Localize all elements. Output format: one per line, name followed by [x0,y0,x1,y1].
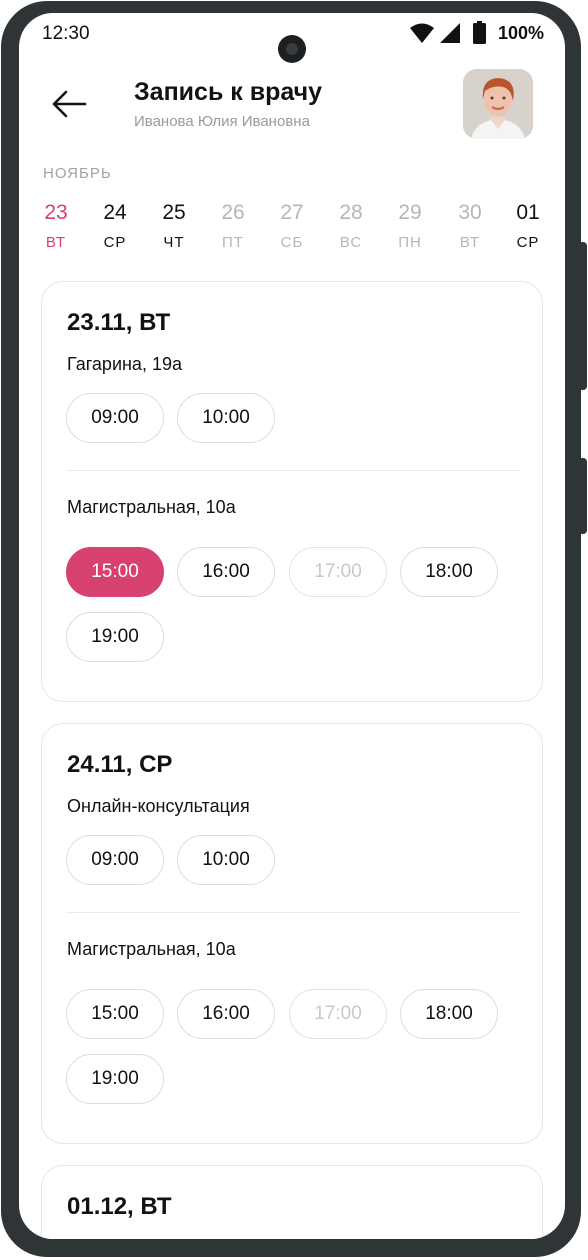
battery-icon [473,21,486,44]
day-of-week: ВС [339,234,363,251]
location-label: Магистральная, 10а [67,939,236,959]
day-number: 26 [221,201,245,224]
signal-icon [440,23,460,43]
location-divider [66,470,520,471]
day-of-week: СР [516,234,540,251]
card-date: 24.11, СР [67,751,173,778]
page-title: Запись к врачу [134,78,323,106]
card-date: 01.12, ВТ [67,1193,172,1220]
day-card: 24.11, СР Онлайн-консультация 09:00 10:00 Ма… [41,723,543,1144]
time-slot-button[interactable]: 19:00 [66,612,164,662]
doctor-photo [463,69,533,139]
day-number: 01 [516,201,540,224]
wifi-icon [410,23,434,43]
day-of-week: ЧТ [163,234,185,251]
phone-frame: 12:30 100% Запись к врачу Иванова Юлия И… [0,0,588,1260]
day-of-week: СБ [280,234,304,251]
time-slot-button[interactable]: 16:00 [177,989,275,1039]
day-number: 24 [103,201,127,224]
location-label: Гагарина, 19а [67,354,182,374]
calendar-day[interactable]: 25 ЧТ [149,201,199,251]
app-header: Запись к врачу Иванова Юлия Ивановна [19,69,565,149]
location-divider [66,912,520,913]
time-slot-button: 17:00 [289,547,387,597]
calendar-day[interactable]: 23 ВТ [31,201,81,251]
status-time: 12:30 [42,23,90,44]
day-card: 01.12, ВТ [41,1165,543,1239]
time-slot-button[interactable]: 18:00 [400,547,498,597]
calendar-day: 30 ВТ [445,201,495,251]
time-slot-button[interactable]: 09:00 [66,835,164,885]
screen: 12:30 100% Запись к врачу Иванова Юлия И… [19,13,565,1239]
volume-button [579,458,587,534]
day-number: 25 [162,201,186,224]
power-button [579,242,587,390]
time-slot-button[interactable]: 15:00 [66,989,164,1039]
time-slot-button[interactable]: 18:00 [400,989,498,1039]
calendar-day: 27 СБ [267,201,317,251]
day-number: 28 [339,201,363,224]
day-of-week: ПТ [222,234,244,251]
day-of-week: ПН [398,234,422,251]
time-slot-button[interactable]: 15:00 [66,547,164,597]
doctor-name: Иванова Юлия Ивановна [134,113,310,130]
location-label: Онлайн-консультация [67,796,250,816]
day-number: 29 [398,201,422,224]
day-number: 30 [458,201,482,224]
time-slot-button[interactable]: 10:00 [177,835,275,885]
back-arrow-icon[interactable] [51,89,87,119]
day-card: 23.11, ВТ Гагарина, 19а 09:00 10:00 Магистра… [41,281,543,702]
time-slot-button[interactable]: 19:00 [66,1054,164,1104]
day-of-week: ВТ [459,234,481,251]
day-number: 27 [280,201,304,224]
location-label: Магистральная, 10а [67,497,236,517]
card-date: 23.11, ВТ [67,309,171,336]
battery-percent: 100% [497,23,544,43]
day-number: 23 [44,201,68,224]
day-of-week: ВТ [45,234,67,251]
doctor-avatar[interactable] [463,69,533,139]
time-slot-button[interactable]: 16:00 [177,547,275,597]
calendar-day[interactable]: 24 СР [90,201,140,251]
date-strip: 23 ВТ 24 СР 25 ЧТ 26 ПТ 27 СБ 28 ВС 29 ПН 30 ВТ 01 СР [19,201,565,261]
calendar-day[interactable]: 01 СР [503,201,553,251]
calendar-day: 26 ПТ [208,201,258,251]
month-label: НОЯБРЬ [43,165,112,182]
time-slot-button: 17:00 [289,989,387,1039]
day-of-week: СР [103,234,127,251]
time-slot-button[interactable]: 09:00 [66,393,164,443]
time-slot-button[interactable]: 10:00 [177,393,275,443]
calendar-day: 28 ВС [326,201,376,251]
calendar-day: 29 ПН [385,201,435,251]
front-camera [278,35,306,63]
